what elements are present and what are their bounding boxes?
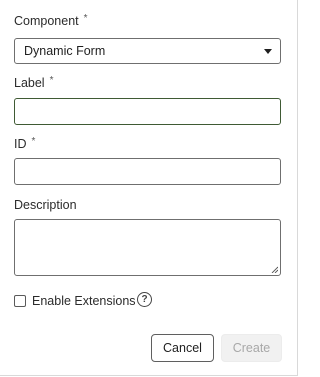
description-label-text: Description xyxy=(14,198,77,212)
label-field-label: Label * xyxy=(14,75,54,90)
label-input[interactable] xyxy=(14,98,281,125)
component-select[interactable]: Dynamic Form xyxy=(14,38,281,64)
component-label-text: Component xyxy=(14,14,79,28)
resize-grip-icon[interactable] xyxy=(271,266,278,273)
description-field-label: Description xyxy=(14,198,77,212)
help-icon[interactable]: ? xyxy=(137,292,152,307)
label-label-text: Label xyxy=(14,76,45,90)
caret-down-icon xyxy=(264,49,272,54)
id-field-label: ID * xyxy=(14,136,36,151)
required-marker: * xyxy=(49,75,54,86)
description-textarea[interactable] xyxy=(14,219,281,276)
component-select-value: Dynamic Form xyxy=(24,44,106,58)
id-label-text: ID xyxy=(14,137,27,151)
create-button[interactable]: Create xyxy=(221,334,282,362)
enable-extensions-checkbox[interactable] xyxy=(14,295,26,307)
required-marker: * xyxy=(31,136,36,147)
required-marker: * xyxy=(83,13,88,24)
create-component-dialog: Component * Dynamic Form Label * ID * Descr… xyxy=(0,0,298,376)
cancel-button[interactable]: Cancel xyxy=(151,334,214,362)
component-field-label: Component * xyxy=(14,13,88,28)
id-input[interactable] xyxy=(14,158,281,185)
enable-extensions-label[interactable]: Enable Extensions xyxy=(32,294,136,308)
